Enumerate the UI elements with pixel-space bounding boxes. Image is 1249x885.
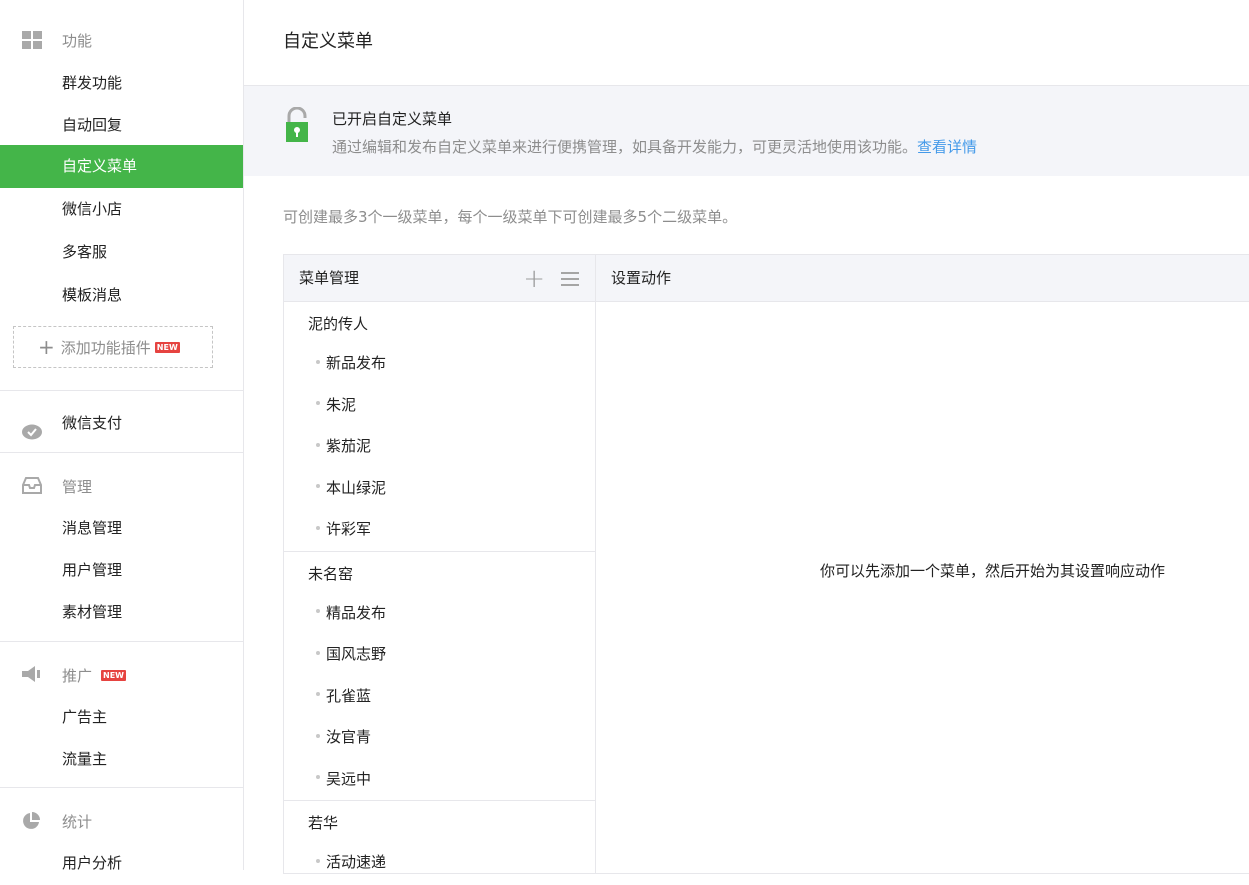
plus-icon: +	[38, 335, 55, 359]
status-notice: 已开启自定义菜单 通过编辑和发布自定义菜单来进行便携管理，如具备开发能力，可更灵…	[244, 86, 1249, 176]
sidebar-item-traffic-owner[interactable]: 流量主	[0, 738, 243, 781]
submenu-item[interactable]: 朱泥	[284, 385, 595, 427]
column-title: 菜单管理	[299, 269, 360, 287]
submenu-label: 精品发布	[326, 603, 387, 622]
section-title: 统计	[62, 812, 93, 831]
submenu-label: 活动速递	[326, 853, 387, 871]
section-statistics: 统计	[0, 799, 243, 843]
empty-state-tip: 你可以先添加一个菜单，然后开始为其设置响应动作	[820, 562, 1166, 580]
submenu-item[interactable]: 许彩军	[284, 509, 595, 551]
bullet-icon	[316, 692, 320, 696]
bullet-icon	[316, 484, 320, 488]
submenu-label: 吴远中	[326, 769, 372, 788]
megaphone-icon	[22, 666, 42, 684]
bullet-icon	[316, 442, 320, 447]
sidebar-item-wechat-store[interactable]: 微信小店	[0, 188, 243, 231]
divider	[0, 452, 243, 453]
bullet-icon	[316, 359, 320, 364]
sidebar: 功能 群发功能 自动回复 自定义菜单 微信小店 多客服 模板消息 + 添加功能插…	[0, 0, 244, 872]
sidebar-item-auto-reply[interactable]: 自动回复	[0, 104, 243, 147]
bullet-icon	[316, 609, 320, 613]
sidebar-item-label: 微信支付	[62, 414, 123, 432]
submenu-item[interactable]: 国风志野	[284, 634, 595, 676]
notice-title: 已开启自定义菜单	[332, 110, 453, 128]
sidebar-item-wechat-pay[interactable]: 微信支付	[0, 402, 243, 445]
sidebar-item-template-message[interactable]: 模板消息	[0, 274, 243, 317]
submenu-label: 国风志野	[326, 645, 387, 663]
sidebar-item-user-management[interactable]: 用户管理	[0, 549, 243, 592]
bullet-icon	[316, 775, 320, 779]
section-title: 管理	[62, 477, 93, 496]
menu-group: 未名窑 精品发布 国风志野 孔雀蓝 汝官青 吴远中	[284, 552, 595, 801]
section-promotion: 推广 NEW	[0, 653, 243, 697]
divider	[0, 390, 243, 391]
notice-text: 通过编辑和发布自定义菜单来进行便携管理，如具备开发能力，可更灵活地使用该功能。	[332, 138, 918, 156]
menu-editor-panel: 菜单管理 + 泥的传人 新品发布 朱泥 紫茄泥 本山绿泥 许彩军 未名窑 精品发…	[283, 254, 1249, 874]
submenu-item[interactable]: 新品发布	[284, 343, 595, 385]
sidebar-item-material-management[interactable]: 素材管理	[0, 591, 243, 634]
action-settings-column: 设置动作 你可以先添加一个菜单，然后开始为其设置响应动作	[596, 255, 1249, 873]
sidebar-item-advertiser[interactable]: 广告主	[0, 696, 243, 739]
submenu-label: 许彩军	[326, 520, 372, 538]
pie-chart-icon	[22, 812, 42, 830]
page-title: 自定义菜单	[283, 31, 373, 52]
add-plugin-button[interactable]: + 添加功能插件 NEW	[13, 326, 213, 368]
submenu-item[interactable]: 本山绿泥	[284, 468, 595, 510]
menu-group-title[interactable]: 泥的传人	[284, 302, 595, 343]
sidebar-item-user-analysis[interactable]: 用户分析	[0, 842, 243, 885]
submenu-item[interactable]: 吴远中	[284, 759, 595, 801]
add-menu-icon[interactable]: +	[523, 266, 545, 292]
notice-description: 通过编辑和发布自定义菜单来进行便携管理，如具备开发能力，可更灵活地使用该功能。查…	[332, 136, 977, 157]
inbox-icon	[22, 477, 42, 495]
new-badge: NEW	[101, 670, 126, 681]
sidebar-item-customer-service[interactable]: 多客服	[0, 231, 243, 274]
submenu-label: 新品发布	[326, 354, 387, 372]
menu-list: 泥的传人 新品发布 朱泥 紫茄泥 本山绿泥 许彩军 未名窑 精品发布 国风志野 …	[284, 302, 595, 884]
submenu-item[interactable]: 活动速递	[284, 842, 595, 884]
unlock-icon	[283, 106, 311, 143]
menu-group-title[interactable]: 未名窑	[284, 552, 595, 593]
menu-management-header: 菜单管理 +	[284, 255, 595, 302]
view-details-link[interactable]: 查看详情	[917, 138, 977, 156]
divider	[0, 787, 243, 788]
grid-icon	[22, 31, 42, 49]
section-functions: 功能	[0, 18, 243, 62]
bullet-icon	[316, 525, 320, 530]
bullet-icon	[316, 650, 320, 655]
action-settings-header: 设置动作	[596, 255, 1249, 302]
menu-group-title[interactable]: 若华	[284, 801, 595, 842]
submenu-label: 孔雀蓝	[326, 686, 372, 705]
submenu-label: 紫茄泥	[326, 437, 372, 455]
submenu-item[interactable]: 孔雀蓝	[284, 676, 595, 718]
menu-group: 若华 活动速递	[284, 801, 595, 884]
bullet-icon	[316, 858, 320, 863]
new-badge: NEW	[154, 341, 180, 353]
header-tools: +	[523, 255, 579, 302]
submenu-item[interactable]: 汝官青	[284, 717, 595, 759]
section-title: 推广	[62, 666, 93, 685]
main-content: 自定义菜单 已开启自定义菜单 通过编辑和发布自定义菜单来进行便携管理，如具备开发…	[244, 0, 1249, 874]
submenu-item[interactable]: 精品发布	[284, 593, 595, 635]
sort-menu-icon[interactable]	[561, 271, 579, 286]
sidebar-item-mass-send[interactable]: 群发功能	[0, 62, 243, 105]
divider	[0, 641, 243, 642]
menu-management-column: 菜单管理 + 泥的传人 新品发布 朱泥 紫茄泥 本山绿泥 许彩军 未名窑 精品发…	[284, 255, 596, 873]
menu-group: 泥的传人 新品发布 朱泥 紫茄泥 本山绿泥 许彩军	[284, 302, 595, 552]
bullet-icon	[316, 401, 320, 405]
section-title: 功能	[62, 31, 93, 50]
bullet-icon	[316, 733, 320, 738]
sidebar-item-custom-menu[interactable]: 自定义菜单	[0, 145, 243, 188]
section-management: 管理	[0, 464, 243, 508]
submenu-item[interactable]: 紫茄泥	[284, 426, 595, 468]
submenu-label: 汝官青	[326, 728, 372, 746]
sidebar-item-message-management[interactable]: 消息管理	[0, 507, 243, 550]
submenu-label: 本山绿泥	[326, 478, 387, 497]
submenu-label: 朱泥	[326, 395, 357, 414]
menu-limit-hint: 可创建最多3个一级菜单，每个一级菜单下可创建最多5个二级菜单。	[283, 208, 738, 226]
add-plugin-label: 添加功能插件	[60, 338, 151, 357]
